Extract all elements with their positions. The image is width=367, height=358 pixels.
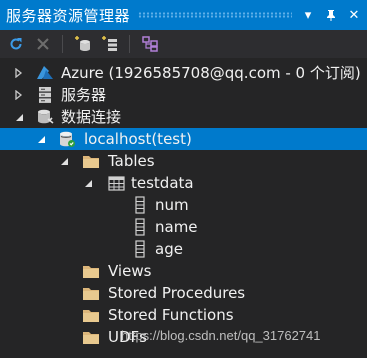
toolbar-separator bbox=[62, 35, 63, 53]
watermark-text: https://blog.csdn.net/qq_31762741 bbox=[121, 328, 321, 343]
stop-icon bbox=[37, 38, 49, 50]
stop-button[interactable] bbox=[32, 33, 54, 55]
pin-icon bbox=[327, 10, 335, 21]
folder-icon bbox=[82, 262, 100, 280]
window-position-button[interactable]: ▾ bbox=[298, 3, 318, 27]
tree-node-data-connections[interactable]: 数据连接 bbox=[0, 106, 367, 128]
refresh-button[interactable] bbox=[5, 33, 27, 55]
expand-arrow-icon[interactable] bbox=[13, 84, 25, 106]
folder-icon bbox=[82, 328, 100, 346]
folder-icon bbox=[82, 152, 100, 170]
tree-node-label: 服务器 bbox=[61, 86, 107, 104]
tree-node-tables[interactable]: Tables bbox=[0, 150, 367, 172]
tree-node-label: 数据连接 bbox=[61, 108, 122, 126]
tree-node-connection[interactable]: localhost(test) bbox=[0, 128, 367, 150]
title-bar[interactable]: 服务器资源管理器 ▾ ✕ bbox=[0, 0, 367, 30]
column-icon bbox=[131, 218, 149, 236]
connect-server-button[interactable] bbox=[99, 33, 121, 55]
close-icon: ✕ bbox=[348, 7, 360, 23]
window-title: 服务器资源管理器 bbox=[6, 6, 131, 25]
tree-node-label: name bbox=[155, 218, 198, 236]
pin-button[interactable] bbox=[321, 3, 341, 27]
collapse-arrow-icon[interactable] bbox=[82, 172, 94, 194]
tree-node-stored-procedures[interactable]: Stored Procedures bbox=[0, 282, 367, 304]
tree-node-label: localhost(test) bbox=[84, 130, 192, 148]
tree-node-label: Tables bbox=[108, 152, 155, 170]
tree-node-label: Stored Functions bbox=[108, 306, 234, 324]
folder-icon bbox=[82, 306, 100, 324]
tree-node-column-num[interactable]: num bbox=[0, 194, 367, 216]
explorer-tree: Azure (1926585708@qq.com - 0 个订阅) 服务器 数据… bbox=[0, 58, 367, 358]
column-icon bbox=[131, 240, 149, 258]
tree-node-stored-functions[interactable]: Stored Functions bbox=[0, 304, 367, 326]
server-explorer-panel: 服务器资源管理器 ▾ ✕ Azure (1926585708@qq.com - … bbox=[0, 0, 367, 358]
tree-node-column-age[interactable]: age bbox=[0, 238, 367, 260]
tree-node-views[interactable]: Views bbox=[0, 260, 367, 282]
toolbar-separator bbox=[129, 35, 130, 53]
close-button[interactable]: ✕ bbox=[344, 3, 364, 27]
tree-node-label: testdata bbox=[131, 174, 194, 192]
sharepoint-icon bbox=[142, 36, 158, 52]
expand-arrow-icon[interactable] bbox=[13, 62, 25, 84]
data-connection-icon bbox=[36, 108, 54, 126]
tree-node-servers[interactable]: 服务器 bbox=[0, 84, 367, 106]
tree-node-table-testdata[interactable]: testdata bbox=[0, 172, 367, 194]
chevron-down-icon: ▾ bbox=[304, 7, 312, 23]
collapse-arrow-icon[interactable] bbox=[58, 150, 70, 172]
connect-database-icon bbox=[75, 36, 90, 51]
tree-node-label: num bbox=[155, 196, 189, 214]
connect-database-button[interactable] bbox=[72, 33, 94, 55]
collapse-arrow-icon[interactable] bbox=[35, 128, 47, 150]
tree-node-label: Views bbox=[108, 262, 152, 280]
tree-node-label: Stored Procedures bbox=[108, 284, 246, 302]
tree-node-azure[interactable]: Azure (1926585708@qq.com - 0 个订阅) bbox=[0, 62, 367, 84]
collapse-arrow-icon[interactable] bbox=[13, 106, 25, 128]
column-icon bbox=[131, 196, 149, 214]
toolbar bbox=[0, 30, 367, 58]
server-icon bbox=[36, 86, 54, 104]
folder-icon bbox=[82, 284, 100, 302]
table-icon bbox=[107, 174, 125, 192]
tree-node-column-name[interactable]: name bbox=[0, 216, 367, 238]
drag-grip[interactable] bbox=[138, 12, 292, 18]
connect-server-icon bbox=[102, 36, 117, 51]
database-icon bbox=[58, 130, 76, 148]
tree-node-label: Azure (1926585708@qq.com - 0 个订阅) bbox=[61, 64, 361, 82]
refresh-icon bbox=[10, 38, 22, 50]
tree-node-label: age bbox=[155, 240, 183, 258]
sharepoint-button[interactable] bbox=[139, 33, 161, 55]
azure-icon bbox=[36, 64, 54, 82]
